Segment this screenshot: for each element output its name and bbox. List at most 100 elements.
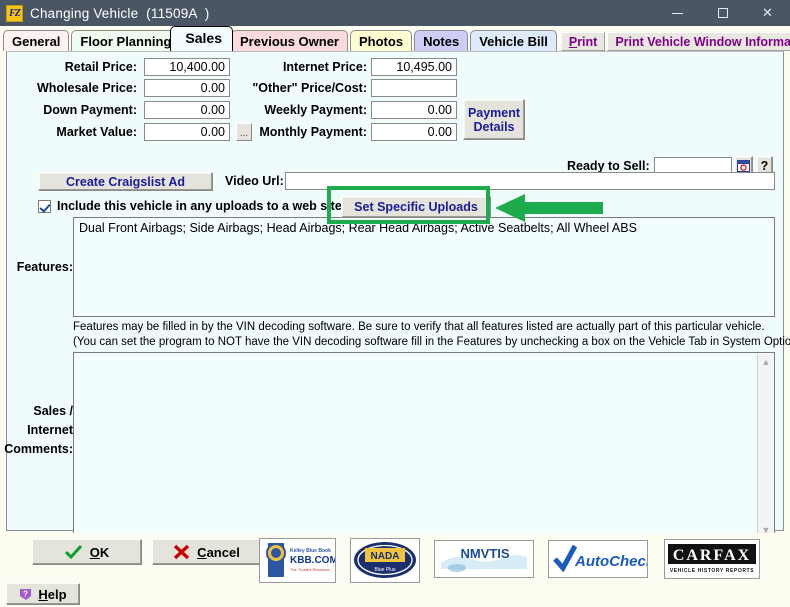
cancel-accel: C — [197, 544, 207, 560]
help-icon: ? — [20, 589, 32, 600]
kbb-logo-glyph: Kelley Blue Book KBB.COM The Trusted Res… — [260, 539, 335, 582]
other-price-label-row: "Other" Price/Cost: — [247, 81, 367, 95]
monthly-payment-label-row: Monthly Payment: — [247, 125, 367, 139]
cancel-button[interactable]: Cancel — [152, 539, 262, 565]
ready-to-sell-row: Ready to Sell: — [567, 159, 650, 173]
set-specific-uploads-button[interactable]: Set Specific Uploads — [341, 196, 491, 218]
minimize-icon[interactable] — [655, 0, 700, 26]
svg-text:AutoCheck: AutoCheck — [574, 553, 647, 570]
market-value-input[interactable]: 0.00 — [144, 123, 230, 141]
monthly-payment-input[interactable]: 0.00 — [371, 123, 457, 141]
weekly-payment-label-row: Weekly Payment: — [247, 103, 367, 117]
weekly-payment-input[interactable]: 0.00 — [371, 101, 457, 119]
carfax-logo[interactable]: CARFAX VEHICLE HISTORY REPORTS — [664, 539, 760, 579]
other-price-input[interactable] — [371, 79, 457, 97]
features-note-line1: Features may be filled in by the VIN dec… — [73, 321, 765, 333]
print-label-rest: rint — [577, 34, 598, 49]
check-icon — [64, 545, 82, 559]
include-uploads-checkbox-row[interactable]: Include this vehicle in any uploads to a… — [38, 199, 342, 213]
include-uploads-checkbox[interactable] — [38, 199, 51, 213]
help-button[interactable]: ? Help — [6, 583, 80, 605]
tab-label: Floor Planning — [80, 33, 172, 49]
print-accel: P — [568, 34, 578, 49]
ready-to-sell-label: Ready to Sell: — [567, 159, 650, 173]
nmvtis-logo[interactable]: NMVTIS — [434, 540, 534, 578]
monthly-payment-label: Monthly Payment: — [259, 125, 367, 139]
kbb-logo[interactable]: Kelley Blue Book KBB.COM The Trusted Res… — [259, 538, 336, 583]
tab-previous-owner[interactable]: Previous Owner — [231, 30, 348, 51]
sales-internet-comments-textarea[interactable]: ▲ ▼ — [73, 352, 775, 540]
nada-logo-glyph: NADA Blue Plus — [351, 539, 419, 582]
payment-details-line1: Payment — [467, 105, 521, 120]
video-url-label-row: Video Url: — [225, 174, 284, 188]
autocheck-logo[interactable]: AutoCheck — [548, 540, 648, 578]
print-sheet-label: Print Vehicle Window Information/Price S… — [615, 34, 790, 49]
internet-price-input[interactable]: 10,495.00 — [371, 58, 457, 76]
tab-vehicle-bill[interactable]: Vehicle Bill — [470, 30, 557, 51]
tab-label: General — [12, 33, 61, 49]
video-url-label: Video Url: — [225, 174, 284, 188]
retail-price-label-row: Retail Price: — [7, 60, 137, 74]
retail-price-label: Retail Price: — [64, 60, 137, 74]
wholesale-price-input[interactable]: 0.00 — [144, 79, 230, 97]
svg-text:NADA: NADA — [371, 551, 400, 562]
nada-logo[interactable]: NADA Blue Plus — [350, 538, 420, 583]
tab-notes[interactable]: Notes — [414, 30, 469, 51]
svg-text:KBB.COM: KBB.COM — [290, 555, 335, 566]
scroll-up-icon[interactable]: ▲ — [758, 354, 774, 370]
x-icon — [174, 545, 190, 559]
tab-sales[interactable]: Sales — [170, 26, 234, 51]
help-accel: H — [38, 586, 48, 602]
market-value-label-row: Market Value: — [7, 125, 137, 139]
comments-label-line2: Internet — [27, 423, 73, 437]
svg-text:Kelley Blue Book: Kelley Blue Book — [290, 548, 331, 554]
video-url-input[interactable] — [285, 172, 775, 190]
tab-label: Sales — [185, 30, 223, 46]
features-label: Features: — [16, 260, 73, 274]
maximize-icon[interactable] — [700, 0, 745, 26]
cancel-label: Cancel — [197, 544, 240, 560]
retail-price-input[interactable]: 10,400.00 — [144, 58, 230, 76]
tab-label: Notes — [423, 33, 460, 49]
ok-label: OK — [89, 544, 110, 560]
market-value-label: Market Value: — [56, 125, 137, 139]
down-payment-label: Down Payment: — [43, 103, 137, 117]
payment-details-line2: Details — [473, 119, 515, 134]
wholesale-price-label-row: Wholesale Price: — [7, 81, 137, 95]
window-controls: ✕ — [655, 0, 790, 26]
tab-general[interactable]: General — [3, 30, 70, 51]
svg-text:Blue Plus: Blue Plus — [374, 567, 396, 573]
window-titlebar: Changing Vehicle (11509A ) ✕ — [0, 0, 790, 26]
comments-label-group: Sales / Internet Comments: — [4, 402, 73, 459]
comments-label-line3: Comments: — [4, 442, 73, 456]
close-icon[interactable]: ✕ — [745, 0, 790, 26]
dialog-footer: OK Cancel ? Help Kelley Blue Book KBB.CO… — [0, 533, 790, 607]
svg-text:NMVTIS: NMVTIS — [460, 546, 509, 561]
features-textarea[interactable]: Dual Front Airbags; Side Airbags; Head A… — [73, 217, 775, 317]
wholesale-price-label: Wholesale Price: — [36, 81, 137, 95]
ok-button[interactable]: OK — [32, 539, 142, 565]
tab-floor-planning[interactable]: Floor Planning — [71, 30, 181, 51]
nmvtis-logo-glyph: NMVTIS — [435, 541, 533, 577]
tab-label: Vehicle Bill — [479, 33, 548, 49]
ok-accel: O — [89, 544, 100, 560]
tab-photos[interactable]: Photos — [350, 30, 413, 51]
app-icon-fz — [6, 4, 23, 22]
svg-text:CARFAX: CARFAX — [673, 547, 751, 564]
help-label: Help — [38, 586, 67, 602]
comments-scrollbar[interactable]: ▲ ▼ — [757, 354, 773, 538]
down-payment-input[interactable]: 0.00 — [144, 101, 230, 119]
comments-label-line1: Sales / — [33, 404, 73, 418]
print-button[interactable]: Print — [560, 32, 606, 51]
tab-label: Previous Owner — [240, 33, 339, 49]
create-craigslist-ad-button[interactable]: Create Craigslist Ad — [38, 172, 213, 191]
print-window-sheet-button[interactable]: Print Vehicle Window Information/Price S… — [607, 32, 790, 51]
calendar-icon-glyph — [737, 159, 750, 172]
carfax-logo-glyph: CARFAX VEHICLE HISTORY REPORTS — [665, 540, 759, 578]
svg-text:VEHICLE HISTORY REPORTS: VEHICLE HISTORY REPORTS — [670, 568, 754, 574]
internet-price-label: Internet Price: — [282, 60, 367, 74]
payment-details-button[interactable]: Payment Details — [463, 99, 525, 140]
green-pointer-arrow — [495, 194, 603, 222]
include-uploads-label: Include this vehicle in any uploads to a… — [57, 199, 342, 213]
svg-text:The Trusted Resource: The Trusted Resource — [290, 567, 330, 572]
